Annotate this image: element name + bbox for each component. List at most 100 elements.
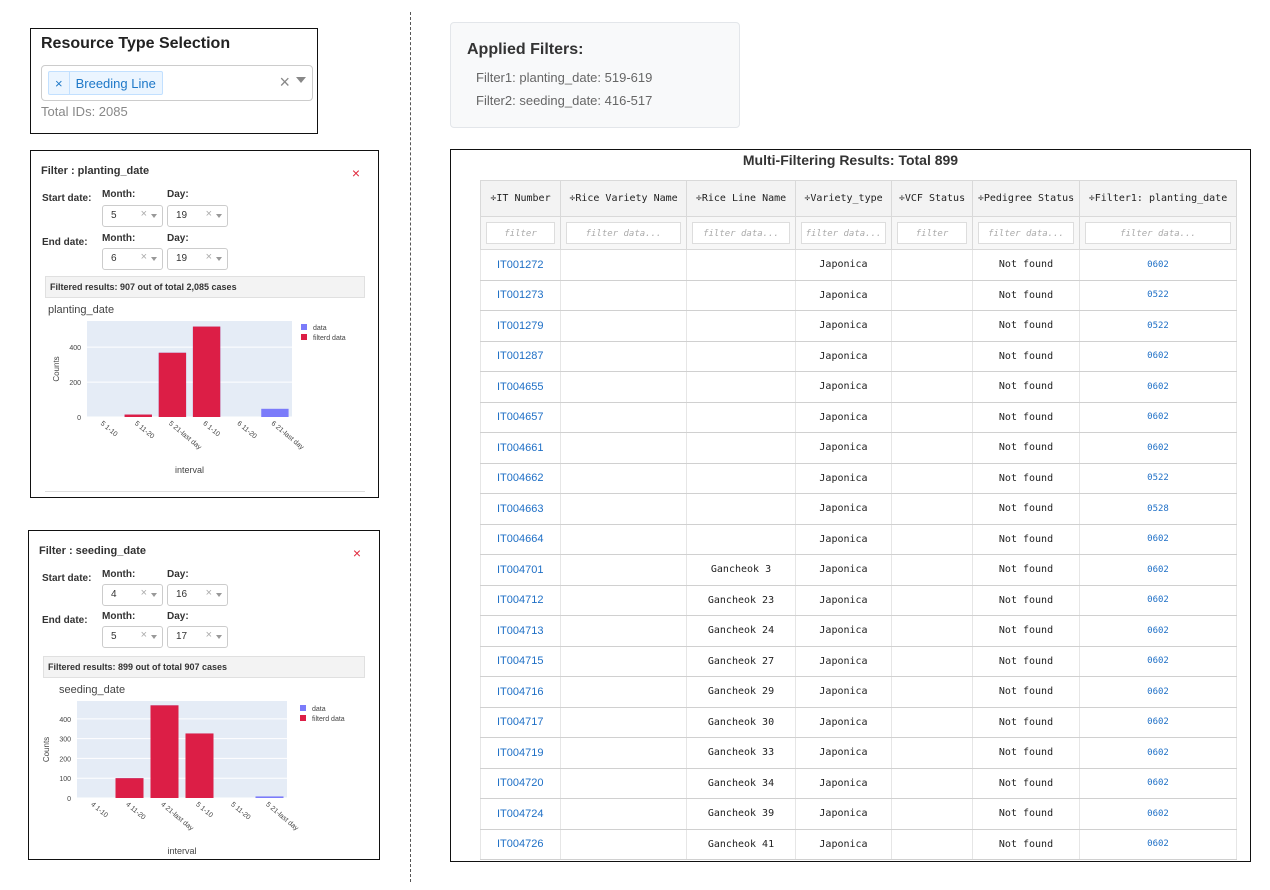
planting-date-link[interactable]: 0602 xyxy=(1079,402,1237,433)
planting-date-link[interactable]: 0602 xyxy=(1079,768,1237,799)
column-filter-input[interactable]: filter data... xyxy=(978,222,1074,244)
planting-date-link[interactable]: 0522 xyxy=(1079,280,1237,311)
it-number-link[interactable]: IT001287 xyxy=(480,341,561,372)
x-tick-label: 5 1-10 xyxy=(194,801,214,819)
column-filter-input[interactable]: filter xyxy=(897,222,967,244)
planting-date-link[interactable]: 0602 xyxy=(1079,798,1237,830)
start-day-select[interactable]: 16 × xyxy=(167,584,228,606)
start-day-select[interactable]: 19 × xyxy=(167,205,228,227)
clear-icon[interactable]: × xyxy=(141,251,147,263)
column-header[interactable]: ÷Rice Variety Name xyxy=(560,180,687,217)
close-icon[interactable]: × xyxy=(352,165,360,181)
it-number-link[interactable]: IT004716 xyxy=(480,676,561,708)
it-number-link[interactable]: IT001279 xyxy=(480,310,561,342)
clear-icon[interactable]: × xyxy=(141,629,147,641)
planting-date-link[interactable]: 0602 xyxy=(1079,737,1237,769)
planting-date-link[interactable]: 0522 xyxy=(1079,463,1237,494)
clear-icon[interactable]: × xyxy=(206,629,212,641)
column-filter-input[interactable]: filter data... xyxy=(1085,222,1231,244)
it-number-link[interactable]: IT001272 xyxy=(480,249,561,281)
clear-icon[interactable]: × xyxy=(206,251,212,263)
planting-date-link[interactable]: 0602 xyxy=(1079,249,1237,281)
clear-icon[interactable]: × xyxy=(279,72,290,93)
resource-type-select[interactable]: × Breeding Line × xyxy=(41,65,313,101)
end-month-select[interactable]: 6 × xyxy=(102,248,163,270)
table-row: IT004715 Gancheok 27 Japonica Not found 0602 xyxy=(480,646,1237,677)
filter-cell: filter data... xyxy=(795,216,892,250)
clear-icon[interactable]: × xyxy=(206,208,212,220)
table-row: IT004663 Japonica Not found 0528 xyxy=(480,493,1237,525)
legend-label: filterd data xyxy=(313,335,346,342)
planting-date-link[interactable]: 0602 xyxy=(1079,554,1237,586)
x-tick-label: 6 11-20 xyxy=(235,420,257,440)
table-cell xyxy=(686,524,796,555)
it-number-link[interactable]: IT004701 xyxy=(480,554,561,586)
table-cell: Japonica xyxy=(795,280,892,311)
planting-date-link[interactable]: 0602 xyxy=(1079,432,1237,464)
table-cell xyxy=(560,829,687,860)
planting-date-link[interactable]: 0602 xyxy=(1079,341,1237,372)
it-number-link[interactable]: IT001273 xyxy=(480,280,561,311)
it-number-link[interactable]: IT004664 xyxy=(480,524,561,555)
end-date-label: End date: xyxy=(42,237,88,248)
column-header[interactable]: ÷Variety_type xyxy=(795,180,892,217)
end-day-select[interactable]: 19 × xyxy=(167,248,228,270)
table-cell xyxy=(891,371,973,403)
column-filter-input[interactable]: filter data... xyxy=(566,222,681,244)
planting-date-link[interactable]: 0602 xyxy=(1079,707,1237,738)
it-number-link[interactable]: IT004662 xyxy=(480,463,561,494)
bar xyxy=(150,705,179,798)
planting-date-link[interactable]: 0522 xyxy=(1079,310,1237,342)
x-axis-label: interval xyxy=(167,846,196,856)
planting-date-link[interactable]: 0602 xyxy=(1079,585,1237,616)
it-number-link[interactable]: IT004657 xyxy=(480,402,561,433)
clear-icon[interactable]: × xyxy=(141,587,147,599)
legend-label: data xyxy=(313,325,327,332)
filter-cell: filter data... xyxy=(560,216,687,250)
it-number-link[interactable]: IT004712 xyxy=(480,585,561,616)
planting-date-link[interactable]: 0602 xyxy=(1079,829,1237,860)
chip-remove-icon[interactable]: × xyxy=(49,72,70,94)
close-icon[interactable]: × xyxy=(353,545,361,561)
it-number-link[interactable]: IT004661 xyxy=(480,432,561,464)
y-axis-label: Counts xyxy=(42,737,51,762)
table-cell xyxy=(891,707,973,738)
column-header[interactable]: ÷VCF Status xyxy=(891,180,973,217)
start-month-select[interactable]: 5 × xyxy=(102,205,163,227)
planting-date-link[interactable]: 0602 xyxy=(1079,524,1237,555)
column-header[interactable]: ÷Rice Line Name xyxy=(686,180,796,217)
end-day-label: Day: xyxy=(167,233,189,244)
it-number-link[interactable]: IT004717 xyxy=(480,707,561,738)
column-filter-input[interactable]: filter data... xyxy=(692,222,790,244)
column-header[interactable]: ÷IT Number xyxy=(480,180,561,217)
column-header[interactable]: ÷Pedigree Status xyxy=(972,180,1080,217)
end-month-select[interactable]: 5 × xyxy=(102,626,163,648)
table-cell: Gancheok 24 xyxy=(686,615,796,647)
column-header[interactable]: ÷Filter1: planting_date xyxy=(1079,180,1237,217)
planting-date-link[interactable]: 0602 xyxy=(1079,646,1237,677)
column-filter-input[interactable]: filter xyxy=(486,222,555,244)
it-number-link[interactable]: IT004720 xyxy=(480,768,561,799)
it-number-link[interactable]: IT004726 xyxy=(480,829,561,860)
chevron-down-icon[interactable] xyxy=(296,77,306,83)
start-month-select[interactable]: 4 × xyxy=(102,584,163,606)
end-day-select[interactable]: 17 × xyxy=(167,626,228,648)
planting-date-link[interactable]: 0602 xyxy=(1079,676,1237,708)
start-day-label: Day: xyxy=(167,569,189,580)
planting-date-link[interactable]: 0602 xyxy=(1079,371,1237,403)
histogram-chart: planting_date 0 200 400 Counts 5 1-10 5 11-20 5… xyxy=(48,304,346,475)
clear-icon[interactable]: × xyxy=(206,587,212,599)
table-cell: Japonica xyxy=(795,432,892,464)
it-number-link[interactable]: IT004719 xyxy=(480,737,561,769)
table-cell: Not found xyxy=(972,371,1080,403)
clear-icon[interactable]: × xyxy=(141,208,147,220)
end-month-label: Month: xyxy=(102,233,136,244)
it-number-link[interactable]: IT004655 xyxy=(480,371,561,403)
planting-date-link[interactable]: 0528 xyxy=(1079,493,1237,525)
it-number-link[interactable]: IT004724 xyxy=(480,798,561,830)
it-number-link[interactable]: IT004663 xyxy=(480,493,561,525)
planting-date-link[interactable]: 0602 xyxy=(1079,615,1237,647)
it-number-link[interactable]: IT004713 xyxy=(480,615,561,647)
it-number-link[interactable]: IT004715 xyxy=(480,646,561,677)
column-filter-input[interactable]: filter data... xyxy=(801,222,886,244)
